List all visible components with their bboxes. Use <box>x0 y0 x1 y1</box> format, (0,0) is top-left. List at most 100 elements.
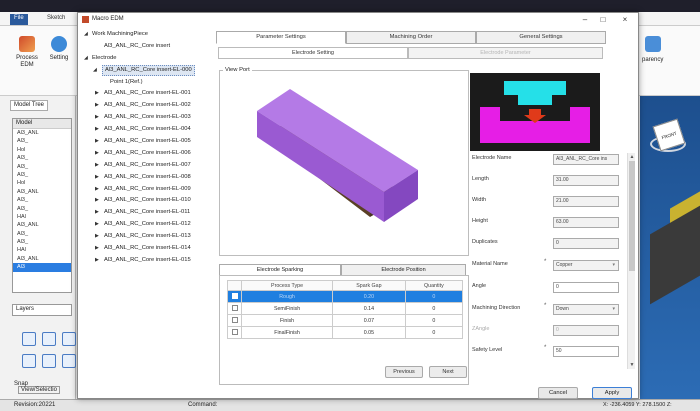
tree-node-electrode-item[interactable]: ▶ Al3_ANL_RC_Core insert-EL-007 <box>82 160 214 172</box>
tool-circle-icon[interactable] <box>22 332 36 346</box>
spark-gap-cell[interactable]: 0.07 <box>332 314 406 327</box>
expand-arrow-icon[interactable]: ▶ <box>95 148 99 159</box>
length-field[interactable]: 31.00 <box>553 175 619 186</box>
row-checkbox[interactable] <box>231 293 238 300</box>
scrollbar-thumb[interactable] <box>629 161 635 271</box>
quantity-cell[interactable]: 0 <box>404 314 464 327</box>
row-checkbox-cell[interactable] <box>227 314 242 327</box>
transparency-icon[interactable] <box>645 36 661 52</box>
spark-gap-cell[interactable]: 0.20 <box>332 290 406 303</box>
tool-square-icon[interactable] <box>62 354 76 368</box>
expand-arrow-icon[interactable]: ▶ <box>95 243 99 254</box>
tab-electrode-setting[interactable]: Electrode Setting <box>218 47 408 59</box>
tab-machining-order[interactable]: Machining Order <box>346 31 476 44</box>
collapse-arrow-icon[interactable]: ◢ <box>93 65 97 76</box>
ribbon-tab-sketch[interactable]: Sketch <box>43 14 69 25</box>
tool-line-icon[interactable] <box>42 332 56 346</box>
material-select[interactable]: Copper ▾ <box>553 260 619 271</box>
row-checkbox-cell[interactable] <box>227 290 242 303</box>
tree-node-electrode-item[interactable]: ▶ Al3_ANL_RC_Core insert-EL-001 <box>82 88 214 100</box>
properties-scrollbar[interactable]: ▲ ▼ <box>627 153 635 369</box>
tool-point-icon[interactable] <box>22 354 36 368</box>
ribbon-tab-file[interactable]: File <box>10 14 28 25</box>
model-tree-item[interactable]: Al3_ <box>13 230 71 238</box>
height-field[interactable]: 63.00 <box>553 217 619 228</box>
tree-node-electrode-item[interactable]: ▶ Al3_ANL_RC_Core insert-EL-009 <box>82 184 214 196</box>
row-checkbox-cell[interactable] <box>227 302 242 315</box>
minimize-icon[interactable]: – <box>578 15 592 25</box>
tree-node-electrode-item[interactable]: ▶ Al3_ANL_RC_Core insert-EL-015 <box>82 255 214 267</box>
table-row[interactable]: FinalFinish 0.05 0 <box>227 326 464 339</box>
model-tree-item[interactable]: Hol <box>13 179 71 187</box>
process-type-cell[interactable]: SemiFinish <box>240 302 334 315</box>
tree-node-electrode-item[interactable]: ▶ Al3_ANL_RC_Core insert-EL-012 <box>82 219 214 231</box>
model-tree-item[interactable]: Al3 <box>13 263 71 272</box>
model-tree-item[interactable]: HAl <box>13 246 71 254</box>
tree-node-electrode[interactable]: ◢ Electrode <box>82 53 214 65</box>
tree-node-electrode-item[interactable]: ▶ Al3_ANL_RC_Core insert-EL-004 <box>82 124 214 136</box>
model-tree-item[interactable]: Al3_ <box>13 196 71 204</box>
row-checkbox[interactable] <box>231 305 238 312</box>
expand-arrow-icon[interactable]: ▶ <box>95 219 99 230</box>
scroll-up-icon[interactable]: ▲ <box>628 153 636 161</box>
tool-triangle-icon[interactable] <box>42 354 56 368</box>
quantity-cell[interactable]: 0 <box>404 302 464 315</box>
row-checkbox[interactable] <box>231 329 238 336</box>
width-field[interactable]: 21.00 <box>553 196 619 207</box>
next-button[interactable]: Next <box>429 366 467 378</box>
process-type-cell[interactable]: Rough <box>240 290 334 303</box>
model-tree-item[interactable]: Al3_ <box>13 238 71 246</box>
quantity-cell[interactable]: 0 <box>404 290 464 303</box>
collapse-arrow-icon[interactable]: ◢ <box>84 53 88 64</box>
snap-tab[interactable]: Snap View/Selectio <box>14 381 75 394</box>
row-checkbox-cell[interactable] <box>227 326 242 339</box>
row-checkbox[interactable] <box>231 317 238 324</box>
tree-node-electrode-item[interactable]: ▶ Al3_ANL_RC_Core insert-EL-003 <box>82 112 214 124</box>
table-row[interactable]: Rough 0.20 0 <box>227 290 464 303</box>
expand-arrow-icon[interactable]: ▶ <box>95 160 99 171</box>
scroll-down-icon[interactable]: ▼ <box>628 361 636 369</box>
expand-arrow-icon[interactable]: ▶ <box>95 231 99 242</box>
model-tree-item[interactable]: HAl <box>13 213 71 221</box>
tab-model-tree[interactable]: Model Tree <box>10 100 49 111</box>
expand-arrow-icon[interactable]: ▶ <box>95 112 99 123</box>
process-edm-button[interactable]: Process EDM <box>12 36 42 69</box>
apply-button[interactable]: Apply <box>592 387 632 399</box>
expand-arrow-icon[interactable]: ▶ <box>95 100 99 111</box>
tree-node-point[interactable]: Point 1(Ref.) <box>82 77 214 89</box>
quantity-cell[interactable]: 0 <box>404 326 464 339</box>
expand-arrow-icon[interactable]: ▶ <box>95 136 99 147</box>
model-tree-item[interactable]: Al3_ <box>13 163 71 171</box>
angle-field[interactable]: 0 <box>553 282 619 293</box>
process-type-cell[interactable]: FinalFinish <box>240 326 334 339</box>
expand-arrow-icon[interactable]: ▶ <box>95 124 99 135</box>
model-tree-item[interactable]: Al3_ <box>13 137 71 145</box>
maximize-icon[interactable]: □ <box>596 15 610 25</box>
tree-node-electrode-item[interactable]: ▶ Al3_ANL_RC_Core insert-EL-010 <box>82 195 214 207</box>
model-tree-item[interactable]: Al3_ANL <box>13 221 71 229</box>
tree-node-electrode-item[interactable]: ▶ Al3_ANL_RC_Core insert-EL-008 <box>82 172 214 184</box>
tree-node-work-item[interactable]: Al3_ANL_RC_Core insert <box>82 41 214 53</box>
tree-node-selected[interactable]: ◢ Al3_ANL_RC_Core insert-EL-000 <box>82 65 214 77</box>
cancel-button[interactable]: Cancel <box>538 387 578 399</box>
expand-arrow-icon[interactable]: ▶ <box>95 195 99 206</box>
expand-arrow-icon[interactable]: ▶ <box>95 172 99 183</box>
view-selection-tab[interactable]: View/Selectio <box>18 386 60 394</box>
tree-node-electrode-item[interactable]: ▶ Al3_ANL_RC_Core insert-EL-014 <box>82 243 214 255</box>
model-tree-item[interactable]: Al3_ <box>13 171 71 179</box>
model-tree-item[interactable]: Al3_ANL <box>13 255 71 263</box>
tab-general-settings[interactable]: General Settings <box>476 31 606 44</box>
model-tree-item[interactable]: Al3_ANL <box>13 188 71 196</box>
tree-node-electrode-item[interactable]: ▶ Al3_ANL_RC_Core insert-EL-005 <box>82 136 214 148</box>
tab-electrode-parameter[interactable]: Electrode Parameter <box>408 47 603 59</box>
tree-node-work-piece[interactable]: ◢ Work MachiningPiece <box>82 29 214 41</box>
table-row[interactable]: Finish 0.07 0 <box>227 314 464 327</box>
collapse-arrow-icon[interactable]: ◢ <box>84 29 88 40</box>
close-icon[interactable]: × <box>618 15 632 25</box>
model-tree-item[interactable]: Al3_ <box>13 205 71 213</box>
spark-gap-cell[interactable]: 0.05 <box>332 326 406 339</box>
expand-arrow-icon[interactable]: ▶ <box>95 207 99 218</box>
electrode-name-field[interactable]: Al3_ANL_RC_Core ins <box>553 154 619 165</box>
duplicates-field[interactable]: 0 <box>553 238 619 249</box>
process-type-cell[interactable]: Finish <box>240 314 334 327</box>
